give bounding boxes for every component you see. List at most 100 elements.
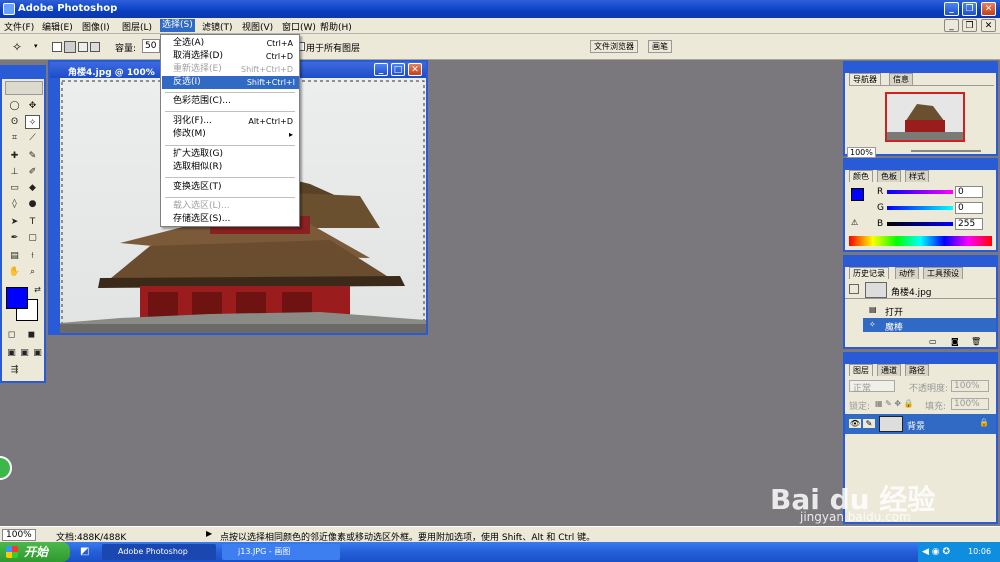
stamp-tool-icon[interactable]: ⊥ xyxy=(7,165,22,179)
status-arrow-icon[interactable]: ▶ xyxy=(206,529,212,538)
tab-history[interactable]: 历史记录 xyxy=(849,267,889,279)
menu-item-feather[interactable]: 羽化(F)... Alt+Ctrl+D xyxy=(173,115,297,128)
brush-link-icon[interactable]: ✎ xyxy=(863,419,875,428)
lasso-tool-icon[interactable]: ʘ xyxy=(7,115,22,129)
history-snapshot[interactable]: 角楼4.jpg xyxy=(845,281,996,299)
tool-preset-arrow-icon[interactable]: ▾ xyxy=(34,42,38,50)
navigator-zoom-field[interactable]: 100% xyxy=(847,147,876,158)
eyedropper-icon[interactable]: ⟊ xyxy=(25,249,40,263)
jump-to-imageready-icon[interactable]: ⇶ xyxy=(7,363,22,377)
snapshot-icon[interactable]: ◙ xyxy=(951,337,959,346)
foreground-color-swatch[interactable] xyxy=(6,287,28,309)
healing-tool-icon[interactable]: ✚ xyxy=(7,149,22,163)
new-selection-icon[interactable] xyxy=(52,42,62,52)
menu-image[interactable]: 图像(I) xyxy=(82,20,110,33)
tab-styles[interactable]: 样式 xyxy=(905,170,929,182)
brushes-tab[interactable]: 画笔 xyxy=(648,40,672,53)
swap-colors-icon[interactable]: ⇄ xyxy=(30,283,45,297)
hand-tool-icon[interactable]: ✋ xyxy=(7,265,22,279)
bucket-tool-icon[interactable]: ◆ xyxy=(25,181,40,195)
minimize-button[interactable]: _ xyxy=(944,2,959,16)
taskbar-item-photoshop[interactable]: Adobe Photoshop xyxy=(102,544,216,560)
tray-icons[interactable]: ◀ ◉ ✪ xyxy=(922,542,950,562)
tab-navigator[interactable]: 导航器 xyxy=(849,73,881,85)
tab-tool-presets[interactable]: 工具预设 xyxy=(923,267,963,279)
type-tool-icon[interactable]: T xyxy=(25,215,40,229)
blur-tool-icon[interactable]: ◊ xyxy=(7,197,22,211)
crop-tool-icon[interactable]: ⌗ xyxy=(7,131,22,145)
tab-paths[interactable]: 路径 xyxy=(905,364,929,376)
doc-minimize-button[interactable]: _ xyxy=(944,19,959,32)
start-button[interactable]: 开始 xyxy=(0,542,70,562)
menu-item-select-all[interactable]: 全选(A) Ctrl+A xyxy=(173,37,297,50)
menu-item-similar[interactable]: 选取相似(R) xyxy=(173,161,297,174)
menu-item-load-selection[interactable]: 载入选区(L)... xyxy=(173,200,297,213)
color-fg-swatch[interactable] xyxy=(851,188,864,201)
notes-tool-icon[interactable]: ▤ xyxy=(7,249,22,263)
dodge-tool-icon[interactable]: ● xyxy=(25,197,40,211)
close-button[interactable]: ✕ xyxy=(981,2,996,16)
visibility-eye-icon[interactable]: 👁 xyxy=(849,419,861,428)
shape-tool-icon[interactable]: ▢ xyxy=(25,231,40,245)
menu-help[interactable]: 帮助(H) xyxy=(320,20,352,33)
zoom-tool-icon[interactable]: ⌕ xyxy=(25,265,40,279)
screen-mode-3-icon[interactable]: ▣ xyxy=(30,346,45,360)
eraser-tool-icon[interactable]: ▭ xyxy=(7,181,22,195)
menu-filter[interactable]: 滤镜(T) xyxy=(202,20,233,33)
tab-actions[interactable]: 动作 xyxy=(895,267,919,279)
menu-edit[interactable]: 编辑(E) xyxy=(42,20,73,33)
fill-input[interactable]: 100% xyxy=(951,398,989,410)
taskbar-item-paint[interactable]: j13.JPG - 画图 xyxy=(222,544,340,560)
magic-wand-icon[interactable]: ✧ xyxy=(25,115,40,129)
doc-window-minimize[interactable]: _ xyxy=(374,63,388,76)
standard-mode-icon[interactable]: ◻ xyxy=(4,328,19,342)
menu-item-save-selection[interactable]: 存储选区(S)... xyxy=(173,213,297,226)
navigator-zoom-slider[interactable] xyxy=(911,150,981,152)
tab-swatches[interactable]: 色板 xyxy=(877,170,901,182)
pen-tool-icon[interactable]: ✒ xyxy=(7,231,22,245)
menu-item-color-range[interactable]: 色彩范围(C)... xyxy=(173,95,297,108)
menu-view[interactable]: 视图(V) xyxy=(242,20,273,33)
path-select-icon[interactable]: ➤ xyxy=(7,215,22,229)
tray-clock[interactable]: 10:06 xyxy=(968,542,991,562)
menu-item-reselect[interactable]: 重新选择(E) Shift+Ctrl+D xyxy=(173,63,297,76)
move-tool-icon[interactable]: ✥ xyxy=(25,99,40,113)
brush-tool-icon[interactable]: ✎ xyxy=(25,149,40,163)
opacity-input[interactable]: 100% xyxy=(951,380,989,392)
history-brush-icon[interactable]: ✐ xyxy=(25,165,40,179)
blend-mode-select[interactable]: 正常 xyxy=(849,380,895,394)
slice-tool-icon[interactable]: ⟋ xyxy=(25,131,40,145)
doc-window-maximize[interactable]: □ xyxy=(391,63,405,76)
menu-item-deselect[interactable]: 取消选择(D) Ctrl+D xyxy=(173,50,297,63)
magic-wand-tool-icon[interactable]: ✧ xyxy=(12,40,22,54)
doc-restore-button[interactable]: ❐ xyxy=(962,19,977,32)
tolerance-input[interactable]: 50 xyxy=(142,39,160,53)
b-value-input[interactable]: 255 xyxy=(955,218,983,230)
r-slider[interactable] xyxy=(887,190,953,194)
layer-row-background[interactable]: 👁 ✎ 背景 🔒 xyxy=(845,414,996,434)
color-ramp[interactable] xyxy=(849,236,992,246)
tab-color[interactable]: 颜色 xyxy=(849,170,873,182)
file-browser-tab[interactable]: 文件浏览器 xyxy=(590,40,638,53)
tab-layers[interactable]: 图层 xyxy=(849,364,873,376)
status-zoom[interactable]: 100% xyxy=(2,529,36,541)
g-value-input[interactable]: 0 xyxy=(955,202,983,214)
trash-icon[interactable]: 🗑 xyxy=(971,337,981,346)
menu-item-inverse[interactable]: 反选(I) Shift+Ctrl+I xyxy=(162,76,299,89)
navigator-view-box[interactable] xyxy=(885,92,965,142)
floating-badge[interactable] xyxy=(0,456,12,480)
menu-item-grow[interactable]: 扩大选取(G) xyxy=(173,148,297,161)
intersect-selection-icon[interactable] xyxy=(90,42,100,52)
show-desktop-icon[interactable]: ◩ xyxy=(80,546,89,557)
quick-mask-icon[interactable]: ◼ xyxy=(24,328,39,342)
b-slider[interactable] xyxy=(887,222,953,226)
lock-options-icon[interactable]: ▦ ✎ ✥ 🔒 xyxy=(875,399,914,408)
history-item[interactable]: ▤ 打开 xyxy=(845,303,996,318)
menu-select[interactable]: 选择(S) xyxy=(160,19,195,32)
new-document-icon[interactable]: ▭ xyxy=(929,337,937,346)
doc-window-close[interactable]: ✕ xyxy=(408,63,422,76)
r-value-input[interactable]: 0 xyxy=(955,186,983,198)
tab-info[interactable]: 信息 xyxy=(889,73,913,85)
doc-close-button[interactable]: ✕ xyxy=(981,19,996,32)
menu-item-modify[interactable]: 修改(M) ▸ xyxy=(173,128,297,141)
